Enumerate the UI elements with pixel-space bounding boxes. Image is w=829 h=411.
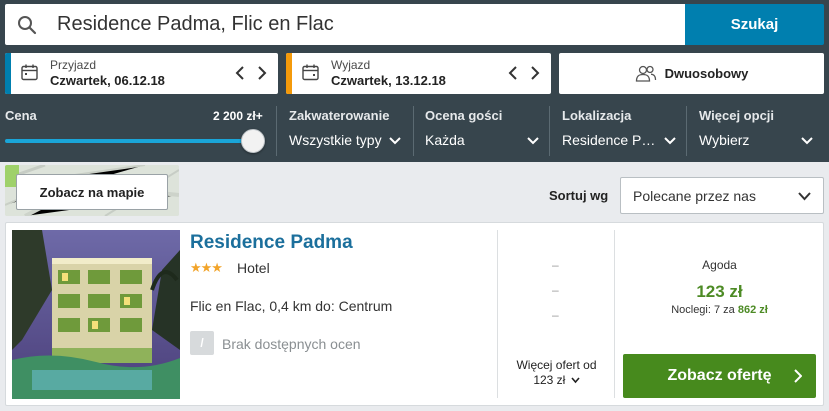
more-offers-label: Więcej ofert od [516, 358, 597, 372]
room-type-label: Dwuosobowy [664, 66, 749, 81]
price-max-value: 2 200 zł+ [213, 109, 263, 123]
checkout-arrows [507, 65, 541, 81]
checkin-arrows [234, 65, 268, 81]
alt-offer-placeholder: – [552, 283, 559, 297]
alt-offer-placeholder: – [552, 308, 559, 322]
offer-price: 123 zł [696, 282, 743, 301]
more-options-value[interactable]: Wybierz [699, 132, 749, 148]
calendar-icon [21, 64, 38, 81]
price-slider-track[interactable] [5, 139, 253, 143]
rating-badge: / [190, 331, 214, 355]
hotel-type: Hotel [237, 260, 270, 276]
chevron-right-icon[interactable] [529, 65, 541, 81]
chevron-down-icon[interactable] [801, 135, 813, 145]
price-slider-handle[interactable] [241, 129, 265, 153]
checkin-value: Czwartek, 06.12.18 [50, 73, 165, 88]
chevron-down-icon[interactable] [664, 135, 676, 145]
rating-filter-value[interactable]: Każda [425, 132, 465, 148]
hotel-name-link[interactable]: Residence Padma [190, 232, 353, 254]
search-icon [18, 16, 37, 35]
checkin-accent-stripe [5, 53, 11, 94]
calendar-icon [302, 64, 319, 81]
location-filter-value[interactable]: Residence P… [562, 132, 655, 148]
search-query-text: Residence Padma, Flic en Flac [57, 13, 334, 35]
rating-filter-label: Ocena gości [425, 108, 503, 123]
nights-total-price: 862 zł [737, 304, 768, 316]
chevron-down-icon [571, 377, 580, 384]
view-deal-button[interactable]: Zobacz ofertę [623, 354, 816, 398]
more-offers-button[interactable]: Więcej ofert od 123 zł [505, 358, 608, 388]
alt-offer-placeholder: – [552, 258, 559, 272]
chevron-left-icon[interactable] [234, 65, 246, 81]
filter-divider [549, 106, 550, 156]
more-options-label: Więcej opcji [699, 108, 775, 123]
room-type-selector[interactable]: Dwuosobowy [559, 53, 824, 94]
checkin-label: Przyjazd [50, 58, 97, 72]
checkin-date-field[interactable]: Przyjazd Czwartek, 06.12.18 [5, 53, 278, 94]
price-filter-label: Cena [5, 108, 37, 123]
filter-divider [276, 106, 277, 156]
chevron-left-icon[interactable] [507, 65, 519, 81]
filter-divider [686, 106, 687, 156]
checkout-accent-stripe [286, 53, 292, 94]
search-input[interactable]: Residence Padma, Flic en Flac [5, 4, 685, 45]
nights-total: Noclegi: 7 za 862 zł [623, 304, 816, 316]
sort-selected-value: Polecane przez nas [633, 188, 756, 204]
chevron-down-icon[interactable] [527, 135, 539, 145]
sort-label: Sortuj wg [549, 188, 609, 203]
hotel-photo[interactable] [12, 230, 180, 399]
view-deal-label: Zobacz ofertę [667, 367, 772, 384]
location-filter-label: Lokalizacja [562, 108, 632, 123]
rating-text: Brak dostępnych ocen [222, 336, 361, 352]
show-map-button[interactable]: Zobacz na mapie [16, 174, 168, 210]
sort-select[interactable]: Polecane przez nas [620, 177, 824, 214]
chevron-down-icon [798, 192, 811, 201]
card-divider [497, 230, 498, 398]
chevron-right-icon [794, 369, 802, 383]
accommodation-filter-value[interactable]: Wszystkie typy [289, 132, 382, 148]
card-divider [614, 230, 615, 398]
search-button[interactable]: Szukaj [685, 4, 824, 45]
nights-prefix: Noclegi: 7 za [671, 304, 735, 316]
checkout-value: Czwartek, 13.12.18 [331, 73, 446, 88]
people-icon [635, 65, 656, 82]
more-offers-price: 123 zł [533, 373, 566, 387]
hotel-star-rating: ★★★ [190, 260, 223, 275]
offer-provider: Agoda [702, 258, 737, 272]
checkout-label: Wyjazd [331, 58, 371, 72]
filter-divider [413, 106, 414, 156]
hotel-location: Flic en Flac, 0,4 km do: Centrum [190, 298, 393, 314]
more-offers-price-row: 123 zł [505, 373, 608, 388]
chevron-right-icon[interactable] [256, 65, 268, 81]
checkout-date-field[interactable]: Wyjazd Czwartek, 13.12.18 [286, 53, 551, 94]
accommodation-filter-label: Zakwaterowanie [289, 108, 390, 123]
hotel-photo-image [12, 230, 180, 399]
chevron-down-icon[interactable] [389, 135, 401, 145]
